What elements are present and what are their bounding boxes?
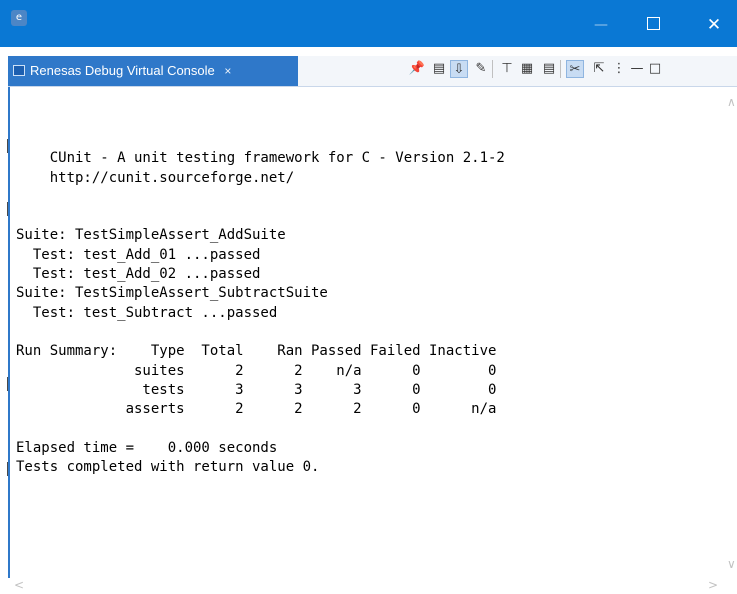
- terminate-icon[interactable]: ▦: [518, 60, 536, 78]
- app-icon: e: [11, 10, 27, 26]
- left-gutter: [0, 47, 9, 594]
- scroll-lock-icon[interactable]: ⇩: [450, 60, 468, 78]
- view-menu-icon[interactable]: ⋮: [610, 60, 628, 78]
- pin-console-icon[interactable]: 📌: [408, 60, 426, 78]
- show-stderr-icon[interactable]: ✂: [566, 60, 584, 78]
- vertical-scrollbar[interactable]: ∧ ∨: [727, 87, 737, 581]
- scroll-up-icon[interactable]: ∧: [727, 95, 736, 109]
- console-icon: [13, 65, 25, 76]
- minimize-view-icon[interactable]: —: [628, 60, 646, 78]
- remove-launch-icon[interactable]: ⊤: [498, 60, 516, 78]
- word-wrap-icon[interactable]: ✎: [472, 60, 490, 78]
- console-output-text: CUnit - A unit testing framework for C -…: [16, 150, 505, 476]
- tab-label: Renesas Debug Virtual Console: [30, 63, 215, 78]
- close-button[interactable]: ✕: [691, 10, 737, 40]
- open-console-icon[interactable]: ⇱: [590, 60, 608, 78]
- console-output-area[interactable]: CUnit - A unit testing framework for C -…: [8, 87, 729, 581]
- tab-virtual-console[interactable]: Renesas Debug Virtual Console ×: [8, 56, 298, 86]
- clear-console-icon[interactable]: ▤: [430, 60, 448, 78]
- maximize-button[interactable]: [630, 10, 676, 40]
- show-stdout-icon[interactable]: ▤: [540, 60, 558, 78]
- scroll-left-icon[interactable]: <: [14, 578, 24, 592]
- tab-close-icon[interactable]: ×: [224, 64, 231, 78]
- toolbar-separator: [492, 60, 493, 78]
- scroll-right-icon[interactable]: >: [708, 578, 718, 592]
- scroll-down-icon[interactable]: ∨: [727, 557, 736, 571]
- maximize-view-icon[interactable]: □: [646, 60, 664, 78]
- window-titlebar: e — ✕: [0, 0, 737, 47]
- minimize-button[interactable]: —: [578, 10, 624, 40]
- horizontal-scrollbar[interactable]: < >: [8, 578, 737, 594]
- toolbar-separator: [560, 60, 561, 78]
- maximize-icon: [646, 17, 660, 30]
